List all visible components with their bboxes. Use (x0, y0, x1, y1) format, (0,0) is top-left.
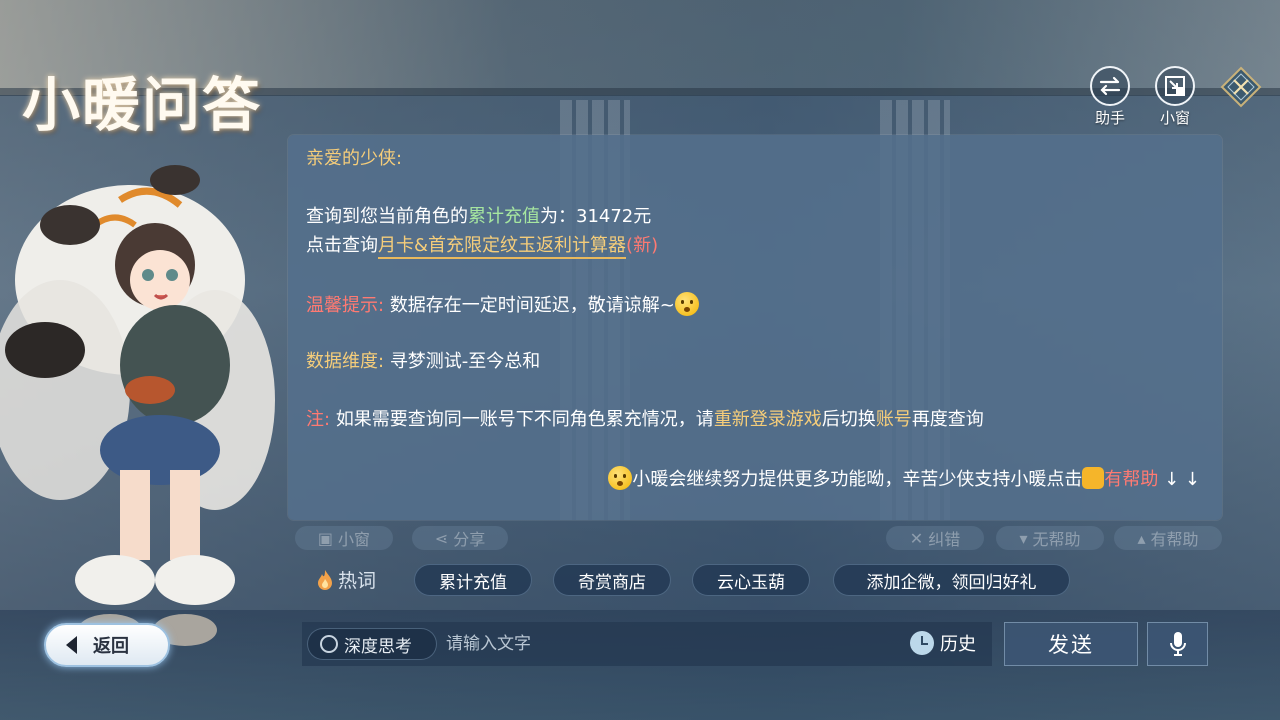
question-input[interactable] (446, 630, 896, 658)
note-label: 注: (306, 409, 331, 430)
not-helpful-button[interactable]: ▾ 无帮助 (996, 526, 1104, 550)
mini-window-button[interactable]: 小窗 (1153, 66, 1197, 128)
share-button[interactable]: ⋖ 分享 (412, 526, 508, 550)
flame-icon (318, 569, 332, 590)
swap-icon (1090, 66, 1130, 106)
microphone-icon (1169, 632, 1186, 656)
share-label: 分享 (453, 530, 486, 549)
closing-text: 小暖会继续努力提供更多功能呦，辛苦少侠支持小暖点击 (632, 469, 1083, 490)
greeting-text: 亲爱的少侠: (306, 148, 403, 169)
note-suffix: 再度查询 (911, 409, 984, 430)
calculator-link[interactable]: 月卡&首充限定纹玉返利计算器 (378, 235, 627, 259)
note-line: 注: 如果需要查询同一账号下不同角色累充情况，请重新登录游戏后切换账号再度查询 (306, 408, 984, 432)
back-label: 返回 (93, 636, 129, 657)
character-illustration (0, 165, 275, 646)
new-tag: (新) (626, 235, 659, 256)
shush-emoji-icon (674, 292, 699, 316)
dimension-line: 数据维度: 寻梦测试-至今总和 (306, 350, 540, 374)
send-button[interactable]: 发送 (1004, 622, 1138, 666)
hot-word-chip[interactable]: 添加企微，领回归好礼 (833, 564, 1070, 596)
hot-words-text: 热词 (338, 570, 377, 592)
back-button[interactable]: 返回 (44, 623, 170, 667)
correct-label: 纠错 (928, 530, 961, 549)
recharge-line: 查询到您当前角色的累计充值为：31472元 (306, 205, 651, 229)
recharge-amount: 为：31472元 (540, 206, 652, 227)
action-mini-window-button[interactable]: ▣ 小窗 (295, 526, 393, 550)
tip-line: 温馨提示: 数据存在一定时间延迟，敬请谅解~ (306, 292, 699, 318)
history-label: 历史 (940, 634, 976, 655)
answer-panel: 亲爱的少侠: 查询到您当前角色的累计充值为：31472元 点击查询月卡&首充限定… (288, 135, 1222, 520)
shush-emoji-icon (608, 466, 633, 490)
thumbs-down-icon: ▾ (1019, 528, 1028, 548)
page-title: 小暖问答 (22, 71, 263, 139)
close-icon (1220, 66, 1262, 108)
thumbs-up-icon: ▴ (1137, 528, 1146, 548)
correct-button[interactable]: ✕ 纠错 (886, 526, 984, 550)
query-prefix: 查询到您当前角色的 (306, 206, 468, 227)
tip-text: 数据存在一定时间延迟，敬请谅解~ (389, 295, 675, 316)
account-highlight: 账号 (875, 409, 912, 430)
recharge-highlight: 累计充值 (468, 206, 540, 227)
click-prefix: 点击查询 (306, 235, 378, 256)
calculator-line: 点击查询月卡&首充限定纹玉返利计算器(新) (306, 234, 659, 259)
mini-window-icon: ▣ (317, 528, 334, 548)
hot-words-label: 热词 (316, 566, 376, 593)
thumbs-up-icon (1082, 467, 1105, 489)
dimension-text: 寻梦测试-至今总和 (389, 351, 541, 372)
mini-window-icon (1155, 66, 1195, 106)
back-arrow-icon (66, 636, 77, 654)
closing-helpful: 有帮助 (1104, 469, 1159, 490)
tip-label: 温馨提示: (306, 295, 385, 316)
share-icon: ⋖ (434, 528, 449, 548)
clock-icon (910, 631, 934, 655)
action-mini-window-label: 小窗 (338, 530, 371, 549)
voice-input-button[interactable] (1147, 622, 1208, 666)
assistant-button[interactable]: 助手 (1088, 66, 1132, 128)
deep-think-toggle[interactable]: 深度思考 (307, 628, 437, 660)
not-helpful-label: 无帮助 (1032, 530, 1081, 549)
cross-icon: ✕ (909, 528, 924, 548)
mini-window-label: 小窗 (1159, 109, 1190, 127)
deep-think-label: 深度思考 (344, 636, 412, 657)
dimension-label: 数据维度: (306, 351, 385, 372)
note-middle: 后切换 (821, 409, 876, 430)
close-button[interactable] (1220, 66, 1262, 108)
hot-word-chip[interactable]: 奇赏商店 (553, 564, 671, 596)
closing-line: 小暖会继续努力提供更多功能呦，辛苦少侠支持小暖点击 有帮助 ↓ ↓ (608, 466, 1200, 492)
relogin-highlight: 重新登录游戏 (713, 409, 822, 430)
helpful-label: 有帮助 (1150, 530, 1199, 549)
hot-word-chip[interactable]: 累计充值 (414, 564, 532, 596)
radio-circle-icon (320, 635, 338, 653)
history-button[interactable]: 历史 (910, 630, 976, 656)
assistant-label: 助手 (1094, 109, 1125, 127)
note-prefix: 如果需要查询同一账号下不同角色累充情况，请 (335, 409, 714, 430)
down-arrows: ↓ ↓ (1164, 469, 1200, 490)
helpful-button[interactable]: ▴ 有帮助 (1114, 526, 1222, 550)
hot-word-chip[interactable]: 云心玉葫 (692, 564, 810, 596)
